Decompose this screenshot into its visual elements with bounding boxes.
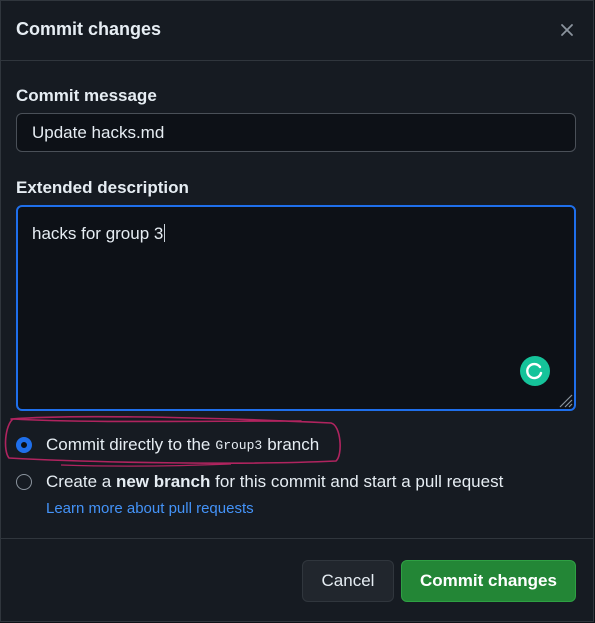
new-branch-bold: new branch xyxy=(115,472,211,491)
radio-commit-direct-control[interactable] xyxy=(16,437,32,453)
learn-more-link[interactable]: Learn more about pull requests xyxy=(46,500,254,517)
resize-handle-icon[interactable] xyxy=(557,392,573,408)
extended-description-textarea[interactable]: hacks for group 3 xyxy=(16,205,576,411)
commit-direct-prefix: Commit directly to the xyxy=(46,435,211,454)
new-branch-suffix: for this commit and start a pull request xyxy=(215,472,504,491)
dialog-header: Commit changes xyxy=(1,1,593,61)
commit-message-label: Commit message xyxy=(16,86,157,105)
close-icon xyxy=(561,24,573,36)
text-caret xyxy=(164,224,166,242)
commit-dialog: Commit changes Commit message Update hac… xyxy=(0,0,594,622)
cancel-button[interactable]: Cancel xyxy=(302,560,394,602)
close-button[interactable] xyxy=(555,18,579,42)
commit-message-input[interactable]: Update hacks.md xyxy=(16,113,576,152)
radio-commit-direct[interactable]: Commit directly to the Group3 branch xyxy=(16,435,319,455)
radio-new-branch-control[interactable] xyxy=(16,474,32,490)
new-branch-prefix: Create a xyxy=(46,472,112,491)
commit-changes-button[interactable]: Commit changes xyxy=(401,560,576,602)
radio-new-branch[interactable]: Create a new branch for this commit and … xyxy=(16,472,503,492)
extended-description-text: hacks for group 3 xyxy=(32,224,164,243)
dialog-title: Commit changes xyxy=(16,19,162,39)
grammarly-icon[interactable] xyxy=(520,356,550,386)
extended-description-label: Extended description xyxy=(16,178,189,197)
branch-name: Group3 xyxy=(215,437,263,453)
commit-direct-suffix: branch xyxy=(267,435,320,454)
